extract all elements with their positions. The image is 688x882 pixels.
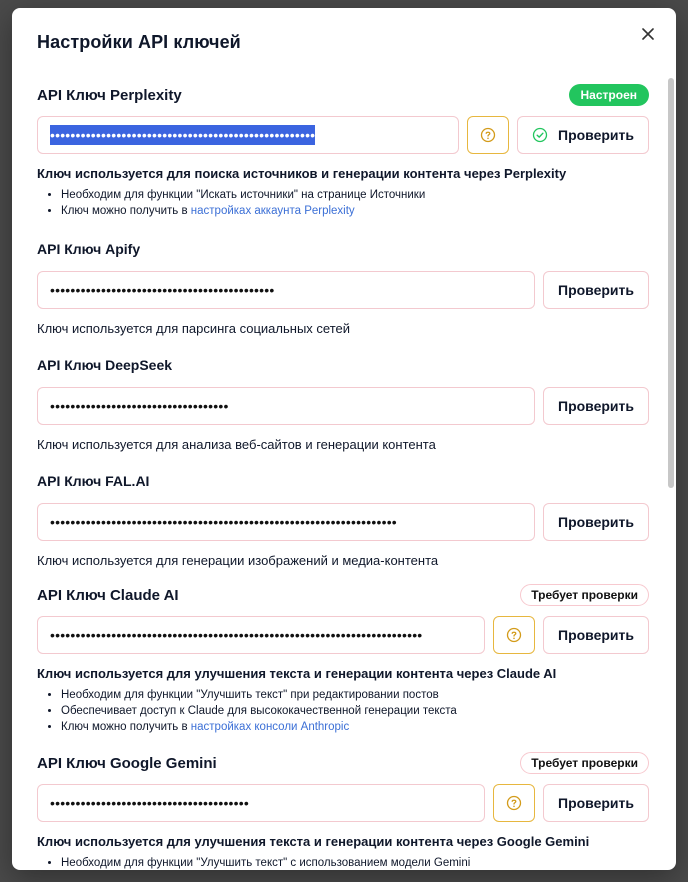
gemini-help-button[interactable] — [493, 784, 535, 822]
deepseek-check-button[interactable]: Проверить — [543, 387, 649, 425]
perplexity-key-input[interactable]: ••••••••••••••••••••••••••••••••••••••••… — [37, 116, 459, 154]
apify-description: Ключ используется для парсинга социальны… — [37, 321, 351, 336]
perplexity-note-1: Необходим для функции "Искать источники"… — [61, 189, 426, 201]
list-item: Необходим для функции "Улучшить текст" п… — [61, 687, 649, 703]
dialog-scroll-area[interactable]: API Ключ Perplexity Настроен •••••••••••… — [12, 80, 676, 870]
anthropic-console-link[interactable]: настройках консоли Anthropic — [191, 721, 349, 733]
claude-check-label: Проверить — [558, 627, 634, 643]
perplexity-check-label: Проверить — [558, 127, 634, 143]
falai-title: API Ключ FAL.AI — [37, 473, 150, 489]
gemini-notes: Необходим для функции "Улучшить текст" с… — [37, 855, 649, 870]
perplexity-key-value: ••••••••••••••••••••••••••••••••••••••••… — [50, 125, 316, 145]
list-item: Необходим для функции "Улучшить текст" с… — [61, 855, 649, 870]
scrollbar-thumb[interactable] — [668, 78, 674, 488]
gemini-key-value: ••••••••••••••••••••••••••••••••••••••• — [50, 795, 249, 811]
claude-notes: Необходим для функции "Улучшить текст" п… — [37, 687, 649, 735]
falai-check-button[interactable]: Проверить — [543, 503, 649, 541]
claude-title: API Ключ Claude AI — [37, 586, 179, 604]
deepseek-title: API Ключ DeepSeek — [37, 357, 173, 373]
gemini-check-label: Проверить — [558, 795, 634, 811]
claude-key-input[interactable]: ••••••••••••••••••••••••••••••••••••••••… — [37, 616, 485, 654]
apify-title: API Ключ Apify — [37, 241, 141, 257]
close-icon — [642, 28, 654, 40]
list-item: Ключ можно получить в настройках аккаунт… — [61, 203, 649, 219]
claude-check-button[interactable]: Проверить — [543, 616, 649, 654]
list-item: Обеспечивает доступ к Claude для высокок… — [61, 703, 649, 719]
perplexity-help-button[interactable] — [467, 116, 509, 154]
list-item: Необходим для функции "Искать источники"… — [61, 187, 649, 203]
perplexity-notes: Необходим для функции "Искать источники"… — [37, 187, 649, 219]
deepseek-check-label: Проверить — [558, 398, 634, 414]
question-circle-icon — [506, 795, 522, 811]
status-badge-needs-check: Требует проверки — [520, 584, 649, 606]
gemini-title: API Ключ Google Gemini — [37, 754, 217, 772]
deepseek-section: API Ключ DeepSeek ••••••••••••••••••••••… — [37, 355, 649, 452]
claude-note-3: Ключ можно получить в — [61, 721, 191, 733]
list-item: Ключ можно получить в настройках консоли… — [61, 719, 649, 735]
apify-check-button[interactable]: Проверить — [543, 271, 649, 309]
gemini-check-button[interactable]: Проверить — [543, 784, 649, 822]
deepseek-key-input[interactable]: ••••••••••••••••••••••••••••••••••• — [37, 387, 535, 425]
gemini-key-input[interactable]: ••••••••••••••••••••••••••••••••••••••• — [37, 784, 485, 822]
perplexity-section: API Ключ Perplexity Настроен •••••••••••… — [37, 82, 649, 219]
dialog-title: Настройки API ключей — [37, 32, 241, 52]
claude-description: Ключ используется для улучшения текста и… — [37, 666, 557, 681]
status-badge-configured: Настроен — [568, 84, 649, 106]
perplexity-check-button[interactable]: Проверить — [517, 116, 649, 154]
deepseek-description: Ключ используется для анализа веб-сайтов… — [37, 437, 436, 452]
question-circle-icon — [480, 127, 496, 143]
check-circle-icon — [532, 127, 548, 143]
falai-check-label: Проверить — [558, 514, 634, 530]
perplexity-account-link[interactable]: настройках аккаунта Perplexity — [191, 205, 355, 217]
falai-description: Ключ используется для генерации изображе… — [37, 553, 439, 568]
close-button[interactable] — [638, 24, 658, 44]
claude-note-1: Необходим для функции "Улучшить текст" п… — [61, 689, 439, 701]
falai-section: API Ключ FAL.AI ••••••••••••••••••••••••… — [37, 471, 649, 568]
claude-key-value: ••••••••••••••••••••••••••••••••••••••••… — [50, 627, 423, 643]
falai-key-input[interactable]: ••••••••••••••••••••••••••••••••••••••••… — [37, 503, 535, 541]
apify-key-value: ••••••••••••••••••••••••••••••••••••••••… — [50, 282, 275, 298]
gemini-note-1: Необходим для функции "Улучшить текст" с… — [61, 857, 471, 869]
apify-key-input[interactable]: ••••••••••••••••••••••••••••••••••••••••… — [37, 271, 535, 309]
claude-help-button[interactable] — [493, 616, 535, 654]
falai-key-value: ••••••••••••••••••••••••••••••••••••••••… — [50, 514, 397, 530]
gemini-section: API Ключ Google Gemini Требует проверки … — [37, 750, 649, 870]
perplexity-title: API Ключ Perplexity — [37, 86, 182, 104]
api-keys-dialog: Настройки API ключей API Ключ Perplexity… — [12, 8, 676, 870]
gemini-description: Ключ используется для улучшения текста и… — [37, 834, 590, 849]
claude-section: API Ключ Claude AI Требует проверки ••••… — [37, 582, 649, 735]
status-badge-needs-check: Требует проверки — [520, 752, 649, 774]
apify-section: API Ключ Apify •••••••••••••••••••••••••… — [37, 239, 649, 336]
perplexity-description: Ключ используется для поиска источников … — [37, 166, 567, 181]
claude-note-2: Обеспечивает доступ к Claude для высокок… — [61, 705, 457, 717]
perplexity-note-2: Ключ можно получить в — [61, 205, 191, 217]
deepseek-key-value: ••••••••••••••••••••••••••••••••••• — [50, 398, 229, 414]
apify-check-label: Проверить — [558, 282, 634, 298]
question-circle-icon — [506, 627, 522, 643]
